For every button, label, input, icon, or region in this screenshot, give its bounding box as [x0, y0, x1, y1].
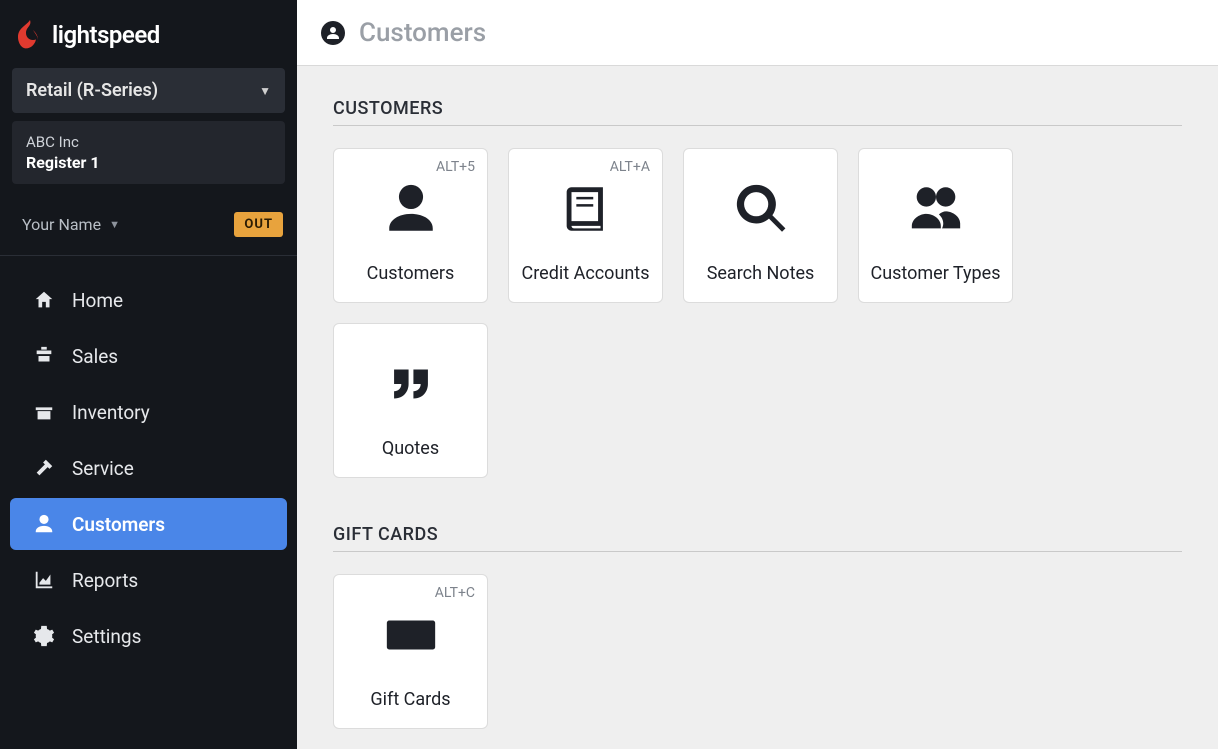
sidebar-item-label: Reports: [72, 569, 138, 592]
store-selector[interactable]: ABC Inc Register 1: [12, 121, 285, 184]
gear-icon: [32, 624, 56, 648]
user-icon: [321, 21, 345, 45]
shortcut-label: ALT+5: [436, 159, 475, 175]
nav: Home Sales Inventory Service Customers R…: [0, 256, 297, 666]
sidebar-item-customers[interactable]: Customers: [10, 498, 287, 550]
page-title: Customers: [359, 18, 486, 48]
sidebar-item-label: Service: [72, 457, 134, 480]
sidebar-item-service[interactable]: Service: [10, 442, 287, 494]
content: CUSTOMERS ALT+5 Customers ALT+A Credit A…: [297, 66, 1218, 749]
retail-selector-label: Retail (R-Series): [26, 80, 158, 101]
sidebar-item-label: Settings: [72, 625, 141, 648]
sidebar-item-inventory[interactable]: Inventory: [10, 386, 287, 438]
user-icon: [382, 163, 440, 255]
card-label: Gift Cards: [370, 689, 450, 710]
sidebar-item-label: Home: [72, 289, 123, 312]
card-label: Customers: [367, 263, 455, 284]
card-label: Search Notes: [707, 263, 815, 284]
credit-card-icon: [382, 589, 440, 681]
box-icon: [32, 400, 56, 424]
sidebar-item-reports[interactable]: Reports: [10, 554, 287, 606]
section-heading-customers: CUSTOMERS: [333, 98, 1182, 126]
register-icon: [32, 344, 56, 368]
giftcards-cards: ALT+C Gift Cards: [333, 574, 1182, 729]
card-credit-accounts[interactable]: ALT+A Credit Accounts: [508, 148, 663, 303]
home-icon: [32, 288, 56, 312]
caret-down-icon: ▼: [259, 84, 271, 98]
card-label: Credit Accounts: [522, 263, 650, 284]
card-label: Customer Types: [870, 263, 1000, 284]
section-heading-giftcards: GIFT CARDS: [333, 524, 1182, 552]
shortcut-label: ALT+A: [610, 159, 650, 175]
user-icon: [32, 512, 56, 536]
card-search-notes[interactable]: Search Notes: [683, 148, 838, 303]
register-name: Register 1: [26, 153, 271, 172]
quote-icon: [382, 338, 440, 430]
chart-icon: [32, 568, 56, 592]
brand-text: lightspeed: [52, 21, 160, 49]
sidebar: lightspeed Retail (R-Series) ▼ ABC Inc R…: [0, 0, 297, 749]
card-label: Quotes: [382, 438, 439, 459]
sidebar-item-settings[interactable]: Settings: [10, 610, 287, 662]
user-menu[interactable]: Your Name ▼: [22, 215, 120, 234]
topbar: Customers: [297, 0, 1218, 66]
users-icon: [907, 163, 965, 255]
main: Customers CUSTOMERS ALT+5 Customers ALT+…: [297, 0, 1218, 749]
flame-icon: [18, 20, 42, 50]
caret-down-icon: ▼: [109, 218, 120, 231]
shortcut-label: ALT+C: [435, 585, 475, 601]
logo: lightspeed: [0, 0, 297, 68]
user-name-label: Your Name: [22, 215, 101, 234]
user-row: Your Name ▼ OUT: [0, 196, 297, 256]
card-quotes[interactable]: Quotes: [333, 323, 488, 478]
sidebar-item-label: Inventory: [72, 401, 150, 424]
search-icon: [732, 163, 790, 255]
hammer-icon: [32, 456, 56, 480]
sidebar-item-home[interactable]: Home: [10, 274, 287, 326]
sidebar-item-sales[interactable]: Sales: [10, 330, 287, 382]
customers-cards: ALT+5 Customers ALT+A Credit Accounts Se…: [333, 148, 1182, 478]
company-name: ABC Inc: [26, 133, 271, 151]
sidebar-item-label: Customers: [72, 513, 165, 536]
out-button[interactable]: OUT: [234, 212, 283, 237]
card-customers[interactable]: ALT+5 Customers: [333, 148, 488, 303]
sidebar-item-label: Sales: [72, 345, 118, 368]
retail-selector[interactable]: Retail (R-Series) ▼: [12, 68, 285, 113]
card-customer-types[interactable]: Customer Types: [858, 148, 1013, 303]
card-gift-cards[interactable]: ALT+C Gift Cards: [333, 574, 488, 729]
book-icon: [557, 163, 615, 255]
